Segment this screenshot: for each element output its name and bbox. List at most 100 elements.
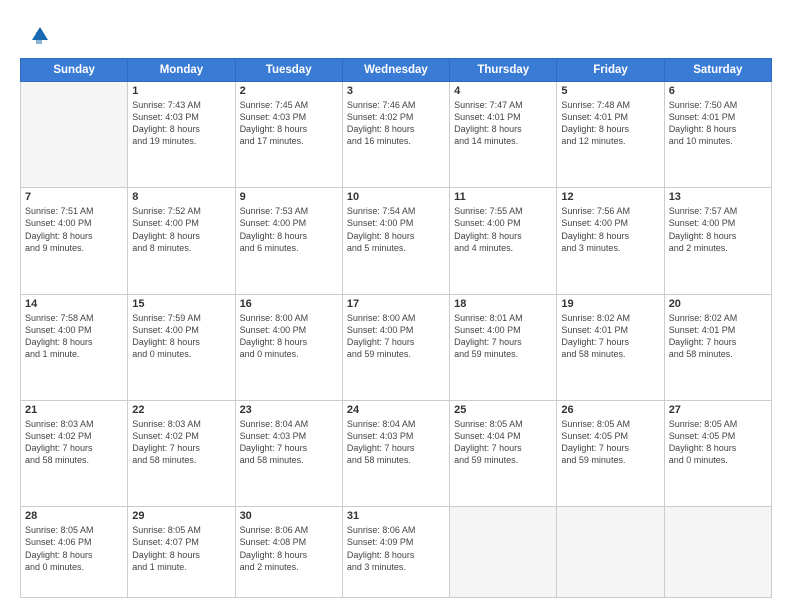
day-number: 15 bbox=[132, 298, 230, 310]
day-info: Sunrise: 8:00 AM Sunset: 4:00 PM Dayligh… bbox=[240, 312, 338, 361]
day-number: 31 bbox=[347, 510, 445, 522]
calendar-cell: 15 Sunrise: 7:59 AM Sunset: 4:00 PM Dayli… bbox=[128, 294, 235, 400]
day-info: Sunrise: 8:05 AM Sunset: 4:05 PM Dayligh… bbox=[561, 418, 659, 467]
day-number: 24 bbox=[347, 404, 445, 416]
day-info: Sunrise: 8:04 AM Sunset: 4:03 PM Dayligh… bbox=[240, 418, 338, 467]
day-number: 1 bbox=[132, 85, 230, 97]
calendar-cell: 23 Sunrise: 8:04 AM Sunset: 4:03 PM Dayli… bbox=[235, 400, 342, 506]
calendar-week-1: 7 Sunrise: 7:51 AM Sunset: 4:00 PM Daylig… bbox=[21, 188, 772, 294]
calendar-cell: 4Sunrise: 7:47 AM Sunset: 4:01 PM Daylig… bbox=[450, 82, 557, 188]
day-info: Sunrise: 7:59 AM Sunset: 4:00 PM Dayligh… bbox=[132, 312, 230, 361]
logo bbox=[20, 22, 54, 52]
day-info: Sunrise: 8:02 AM Sunset: 4:01 PM Dayligh… bbox=[561, 312, 659, 361]
calendar-week-3: 21Sunrise: 8:03 AM Sunset: 4:02 PM Dayli… bbox=[21, 400, 772, 506]
calendar-cell: 26 Sunrise: 8:05 AM Sunset: 4:05 PM Dayli… bbox=[557, 400, 664, 506]
day-number: 7 bbox=[25, 191, 123, 203]
calendar-cell: 8 Sunrise: 7:52 AM Sunset: 4:00 PM Daylig… bbox=[128, 188, 235, 294]
calendar-cell: 6 Sunrise: 7:50 AM Sunset: 4:01 PM Daylig… bbox=[664, 82, 771, 188]
calendar-cell: 29Sunrise: 8:05 AM Sunset: 4:07 PM Dayli… bbox=[128, 507, 235, 598]
calendar-cell: 18 Sunrise: 8:01 AM Sunset: 4:00 PM Dayli… bbox=[450, 294, 557, 400]
calendar-cell: 30 Sunrise: 8:06 AM Sunset: 4:08 PM Dayli… bbox=[235, 507, 342, 598]
day-number: 22 bbox=[132, 404, 230, 416]
day-info: Sunrise: 8:01 AM Sunset: 4:00 PM Dayligh… bbox=[454, 312, 552, 361]
day-number: 30 bbox=[240, 510, 338, 522]
day-number: 14 bbox=[25, 298, 123, 310]
weekday-header-thursday: Thursday bbox=[450, 59, 557, 82]
day-number: 3 bbox=[347, 85, 445, 97]
calendar-cell: 13 Sunrise: 7:57 AM Sunset: 4:00 PM Dayli… bbox=[664, 188, 771, 294]
calendar-cell: 9 Sunrise: 7:53 AM Sunset: 4:00 PM Daylig… bbox=[235, 188, 342, 294]
day-number: 26 bbox=[561, 404, 659, 416]
logo-icon bbox=[20, 22, 50, 52]
weekday-header-saturday: Saturday bbox=[664, 59, 771, 82]
day-number: 13 bbox=[669, 191, 767, 203]
calendar-cell: 28 Sunrise: 8:05 AM Sunset: 4:06 PM Dayli… bbox=[21, 507, 128, 598]
day-info: Sunrise: 8:05 AM Sunset: 4:06 PM Dayligh… bbox=[25, 524, 123, 573]
day-number: 2 bbox=[240, 85, 338, 97]
calendar-cell: 2 Sunrise: 7:45 AM Sunset: 4:03 PM Daylig… bbox=[235, 82, 342, 188]
day-info: Sunrise: 8:06 AM Sunset: 4:09 PM Dayligh… bbox=[347, 524, 445, 573]
day-number: 5 bbox=[561, 85, 659, 97]
day-number: 6 bbox=[669, 85, 767, 97]
calendar-cell: 16 Sunrise: 8:00 AM Sunset: 4:00 PM Dayli… bbox=[235, 294, 342, 400]
day-info: Sunrise: 8:03 AM Sunset: 4:02 PM Dayligh… bbox=[25, 418, 123, 467]
weekday-header-sunday: Sunday bbox=[21, 59, 128, 82]
calendar-cell: 27Sunrise: 8:05 AM Sunset: 4:05 PM Dayli… bbox=[664, 400, 771, 506]
day-number: 16 bbox=[240, 298, 338, 310]
day-number: 9 bbox=[240, 191, 338, 203]
day-number: 20 bbox=[669, 298, 767, 310]
day-info: Sunrise: 7:48 AM Sunset: 4:01 PM Dayligh… bbox=[561, 99, 659, 148]
day-info: Sunrise: 8:06 AM Sunset: 4:08 PM Dayligh… bbox=[240, 524, 338, 573]
day-info: Sunrise: 7:52 AM Sunset: 4:00 PM Dayligh… bbox=[132, 205, 230, 254]
calendar-cell: 24 Sunrise: 8:04 AM Sunset: 4:03 PM Dayli… bbox=[342, 400, 449, 506]
calendar-cell: 17 Sunrise: 8:00 AM Sunset: 4:00 PM Dayli… bbox=[342, 294, 449, 400]
day-info: Sunrise: 8:02 AM Sunset: 4:01 PM Dayligh… bbox=[669, 312, 767, 361]
weekday-header-friday: Friday bbox=[557, 59, 664, 82]
day-info: Sunrise: 8:05 AM Sunset: 4:04 PM Dayligh… bbox=[454, 418, 552, 467]
day-number: 8 bbox=[132, 191, 230, 203]
day-info: Sunrise: 7:56 AM Sunset: 4:00 PM Dayligh… bbox=[561, 205, 659, 254]
header bbox=[20, 18, 772, 52]
calendar-cell: 14 Sunrise: 7:58 AM Sunset: 4:00 PM Dayli… bbox=[21, 294, 128, 400]
day-number: 10 bbox=[347, 191, 445, 203]
weekday-header-row: SundayMondayTuesdayWednesdayThursdayFrid… bbox=[21, 59, 772, 82]
calendar-cell: 22 Sunrise: 8:03 AM Sunset: 4:02 PM Dayli… bbox=[128, 400, 235, 506]
day-info: Sunrise: 7:46 AM Sunset: 4:02 PM Dayligh… bbox=[347, 99, 445, 148]
calendar-cell: 11 Sunrise: 7:55 AM Sunset: 4:00 PM Dayli… bbox=[450, 188, 557, 294]
day-info: Sunrise: 7:50 AM Sunset: 4:01 PM Dayligh… bbox=[669, 99, 767, 148]
weekday-header-wednesday: Wednesday bbox=[342, 59, 449, 82]
day-number: 17 bbox=[347, 298, 445, 310]
day-number: 11 bbox=[454, 191, 552, 203]
day-number: 4 bbox=[454, 85, 552, 97]
weekday-header-monday: Monday bbox=[128, 59, 235, 82]
day-number: 23 bbox=[240, 404, 338, 416]
day-info: Sunrise: 7:58 AM Sunset: 4:00 PM Dayligh… bbox=[25, 312, 123, 361]
calendar-table: SundayMondayTuesdayWednesdayThursdayFrid… bbox=[20, 58, 772, 598]
calendar-cell bbox=[21, 82, 128, 188]
day-info: Sunrise: 8:00 AM Sunset: 4:00 PM Dayligh… bbox=[347, 312, 445, 361]
day-number: 18 bbox=[454, 298, 552, 310]
day-info: Sunrise: 7:55 AM Sunset: 4:00 PM Dayligh… bbox=[454, 205, 552, 254]
day-number: 28 bbox=[25, 510, 123, 522]
calendar-cell: 21Sunrise: 8:03 AM Sunset: 4:02 PM Dayli… bbox=[21, 400, 128, 506]
day-number: 19 bbox=[561, 298, 659, 310]
day-info: Sunrise: 8:03 AM Sunset: 4:02 PM Dayligh… bbox=[132, 418, 230, 467]
calendar-cell bbox=[664, 507, 771, 598]
calendar-cell: 12 Sunrise: 7:56 AM Sunset: 4:00 PM Dayli… bbox=[557, 188, 664, 294]
page: SundayMondayTuesdayWednesdayThursdayFrid… bbox=[0, 0, 792, 612]
calendar-cell: 10 Sunrise: 7:54 AM Sunset: 4:00 PM Dayli… bbox=[342, 188, 449, 294]
day-info: Sunrise: 7:51 AM Sunset: 4:00 PM Dayligh… bbox=[25, 205, 123, 254]
day-number: 25 bbox=[454, 404, 552, 416]
day-number: 12 bbox=[561, 191, 659, 203]
day-info: Sunrise: 7:54 AM Sunset: 4:00 PM Dayligh… bbox=[347, 205, 445, 254]
day-info: Sunrise: 7:53 AM Sunset: 4:00 PM Dayligh… bbox=[240, 205, 338, 254]
calendar-cell: 1Sunrise: 7:43 AM Sunset: 4:03 PM Daylig… bbox=[128, 82, 235, 188]
weekday-header-tuesday: Tuesday bbox=[235, 59, 342, 82]
day-info: Sunrise: 7:57 AM Sunset: 4:00 PM Dayligh… bbox=[669, 205, 767, 254]
calendar-cell: 5 Sunrise: 7:48 AM Sunset: 4:01 PM Daylig… bbox=[557, 82, 664, 188]
day-info: Sunrise: 7:45 AM Sunset: 4:03 PM Dayligh… bbox=[240, 99, 338, 148]
day-info: Sunrise: 8:04 AM Sunset: 4:03 PM Dayligh… bbox=[347, 418, 445, 467]
calendar-week-2: 14 Sunrise: 7:58 AM Sunset: 4:00 PM Dayli… bbox=[21, 294, 772, 400]
calendar-cell: 20 Sunrise: 8:02 AM Sunset: 4:01 PM Dayli… bbox=[664, 294, 771, 400]
day-info: Sunrise: 8:05 AM Sunset: 4:05 PM Dayligh… bbox=[669, 418, 767, 467]
